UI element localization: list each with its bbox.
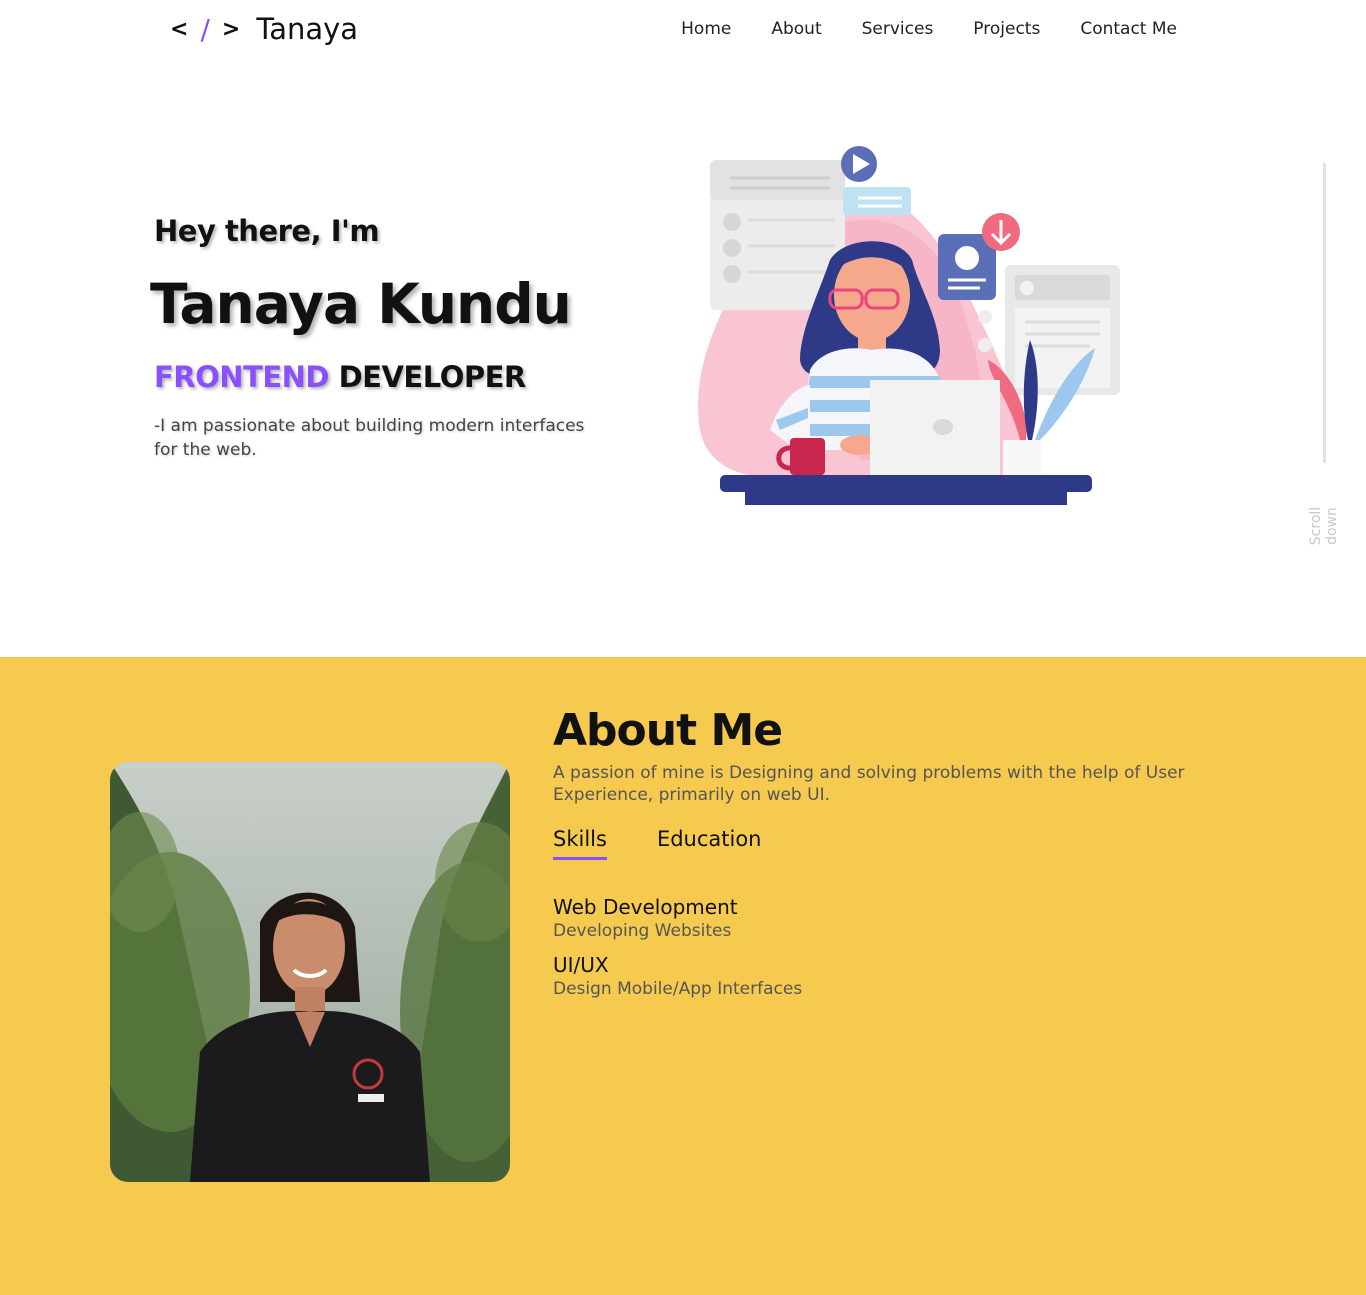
scroll-down-link[interactable]: Scroll down [1308,490,1340,562]
nav-services[interactable]: Services [862,19,934,39]
main-nav: Home About Services Projects Contact Me [681,19,1177,39]
skill-title: UI/UX [553,953,609,977]
tab-skills[interactable]: Skills [553,827,607,860]
skill-subtitle: Design Mobile/App Interfaces [553,979,803,999]
about-title: About Me [553,705,783,756]
hero-description: -I am passionate about building modern i… [154,416,585,460]
skill-subtitle: Developing Websites [553,921,732,941]
about-tabs: Skills Education [553,827,762,860]
skill-item: UI/UX Design Mobile/App Interfaces [553,953,802,999]
hero-role-rest: DEVELOPER [338,360,527,394]
logo-open-bracket: < [170,16,189,42]
nav-about[interactable]: About [771,19,821,39]
skill-item: Web Development Developing Websites [553,895,738,941]
logo[interactable]: < / > Tanaya [170,12,358,46]
hero-illustration [698,146,1120,505]
about-description: A passion of mine is Designing and solvi… [553,763,1185,805]
logo-close-bracket: > [221,16,241,42]
mug-icon [790,438,825,475]
hero-greeting: Hey there, I'm [154,214,380,248]
logo-slash: / [200,12,210,46]
skill-title: Web Development [553,895,738,919]
hero-role-accent: FRONTEND [154,360,330,394]
logo-name: Tanaya [256,12,359,46]
tab-education[interactable]: Education [657,827,762,860]
nav-home[interactable]: Home [681,19,731,39]
hero-role: FRONTEND DEVELOPER [154,360,526,394]
hero-name: Tanaya Kundu [150,272,572,336]
nav-contact[interactable]: Contact Me [1080,19,1177,39]
navbar: < / > Tanaya Home About Services Project… [0,0,1366,62]
about-section: About Me A passion of mine is Designing … [0,657,1366,1295]
desk [720,475,1092,492]
scroll-indicator-line [1323,163,1326,463]
nav-projects[interactable]: Projects [973,19,1040,39]
profile-photo [110,762,510,1182]
